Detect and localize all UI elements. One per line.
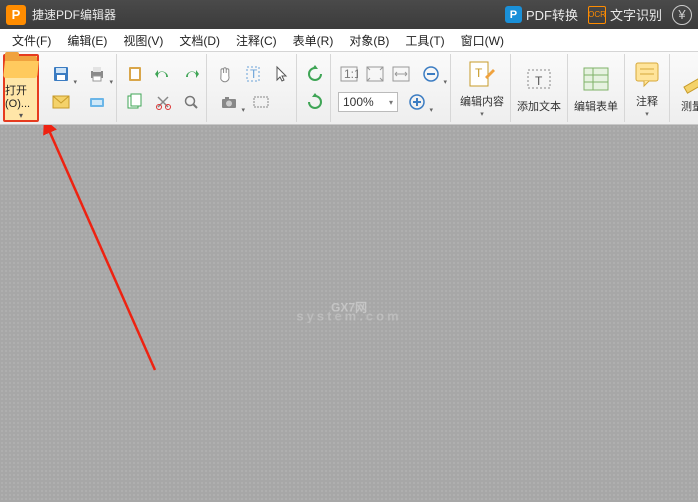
chevron-down-icon: ▾ xyxy=(389,98,393,107)
zoom-value: 100% xyxy=(343,95,374,109)
paste-button[interactable] xyxy=(124,63,146,85)
svg-text:T: T xyxy=(475,66,483,80)
pdf-convert-action[interactable]: P PDF转换 xyxy=(505,5,578,24)
chevron-down-icon: ▾ xyxy=(443,78,447,86)
menu-form[interactable]: 表单(R) xyxy=(285,29,342,52)
edit-content-icon: T xyxy=(466,58,498,90)
workspace[interactable]: GX7网 system.com xyxy=(0,125,698,502)
zoom-group: 1:1 ▾ 100% ▾ ▾ xyxy=(334,54,451,122)
select-tool-button[interactable]: T xyxy=(242,63,264,85)
measure-button[interactable]: 测量 xyxy=(670,54,698,122)
fit-page-button[interactable] xyxy=(364,63,386,85)
find-button[interactable] xyxy=(180,91,202,113)
zoom-in-button[interactable]: ▾ xyxy=(402,91,432,113)
annotate-icon xyxy=(631,58,663,90)
chevron-down-icon: ▾ xyxy=(241,106,245,114)
add-text-button[interactable]: T 添加文本 xyxy=(511,54,568,122)
clipboard-group xyxy=(120,54,207,122)
chevron-down-icon: ▾ xyxy=(645,110,649,118)
edit-form-icon xyxy=(580,63,612,95)
open-dropdown-icon: ▾ xyxy=(19,111,23,120)
zoom-input[interactable]: 100% ▾ xyxy=(338,92,398,112)
actual-size-button[interactable]: 1:1 xyxy=(338,63,360,85)
add-text-label: 添加文本 xyxy=(517,98,561,114)
menu-tool[interactable]: 工具(T) xyxy=(397,29,452,52)
app-title: 捷速PDF编辑器 xyxy=(32,6,116,23)
print-button[interactable]: ▾ xyxy=(82,63,112,85)
email-button[interactable] xyxy=(46,91,76,113)
folder-open-icon xyxy=(5,56,37,78)
menu-file[interactable]: 文件(F) xyxy=(4,29,59,52)
edit-content-label: 编辑内容 xyxy=(460,93,504,109)
titlebar: P 捷速PDF编辑器 P PDF转换 OCR 文字识别 ¥ xyxy=(0,0,698,29)
menu-document[interactable]: 文档(D) xyxy=(171,29,228,52)
annotate-button[interactable]: 注释 ▾ xyxy=(625,54,670,122)
add-text-icon: T xyxy=(523,63,555,95)
open-button[interactable]: 打开(O)... ▾ xyxy=(3,54,39,122)
chevron-down-icon: ▾ xyxy=(109,78,113,86)
cut-button[interactable] xyxy=(152,91,174,113)
rotate-cw-button[interactable] xyxy=(304,91,326,113)
screenshot-button[interactable] xyxy=(250,91,272,113)
menu-object[interactable]: 对象(B) xyxy=(341,29,397,52)
watermark: GX7网 system.com xyxy=(296,301,401,322)
save-button[interactable]: ▾ xyxy=(46,63,76,85)
copy-button[interactable] xyxy=(124,91,146,113)
rotate-ccw-button[interactable] xyxy=(304,63,326,85)
pdf-convert-icon: P xyxy=(505,6,522,23)
menu-view[interactable]: 视图(V) xyxy=(115,29,171,52)
pointer-tool-button[interactable] xyxy=(270,63,292,85)
menu-window[interactable]: 窗口(W) xyxy=(453,29,512,52)
ocr-label: 文字识别 xyxy=(610,5,662,24)
chevron-down-icon: ▾ xyxy=(429,106,433,114)
purchase-icon[interactable]: ¥ xyxy=(672,5,692,25)
svg-text:1:1: 1:1 xyxy=(344,67,358,81)
svg-text:T: T xyxy=(250,67,258,81)
annotation-arrow xyxy=(30,125,190,490)
app-icon: P xyxy=(6,5,26,25)
ocr-icon: OCR xyxy=(588,6,606,24)
undo-button[interactable] xyxy=(152,63,174,85)
measure-icon xyxy=(676,63,698,95)
rotate-group xyxy=(300,54,331,122)
fit-width-button[interactable] xyxy=(390,63,412,85)
snapshot-button[interactable]: ▾ xyxy=(214,91,244,113)
ocr-action[interactable]: OCR 文字识别 xyxy=(588,5,662,24)
zoom-out-button[interactable]: ▾ xyxy=(416,63,446,85)
edit-form-button[interactable]: 编辑表单 xyxy=(568,54,625,122)
redo-button[interactable] xyxy=(180,63,202,85)
scan-button[interactable] xyxy=(82,91,112,113)
menubar: 文件(F) 编辑(E) 视图(V) 文档(D) 注释(C) 表单(R) 对象(B… xyxy=(0,29,698,52)
file-group: ▾ ▾ xyxy=(42,54,117,122)
svg-text:T: T xyxy=(535,74,543,88)
measure-label: 测量 xyxy=(681,98,698,114)
edit-form-label: 编辑表单 xyxy=(574,98,618,114)
pdf-convert-label: PDF转换 xyxy=(526,5,578,24)
chevron-down-icon: ▾ xyxy=(73,78,77,86)
hand-tool-button[interactable] xyxy=(214,63,236,85)
annotate-label: 注释 xyxy=(636,93,658,109)
chevron-down-icon: ▾ xyxy=(480,110,484,118)
edit-content-button[interactable]: T 编辑内容 ▾ xyxy=(454,54,511,122)
open-label: 打开(O)... xyxy=(5,82,37,110)
toolbar: 打开(O)... ▾ ▾ ▾ T ▾ xyxy=(0,52,698,125)
tools-group: T ▾ xyxy=(210,54,297,122)
menu-edit[interactable]: 编辑(E) xyxy=(59,29,115,52)
menu-comment[interactable]: 注释(C) xyxy=(228,29,285,52)
watermark-sub: system.com xyxy=(296,309,401,322)
